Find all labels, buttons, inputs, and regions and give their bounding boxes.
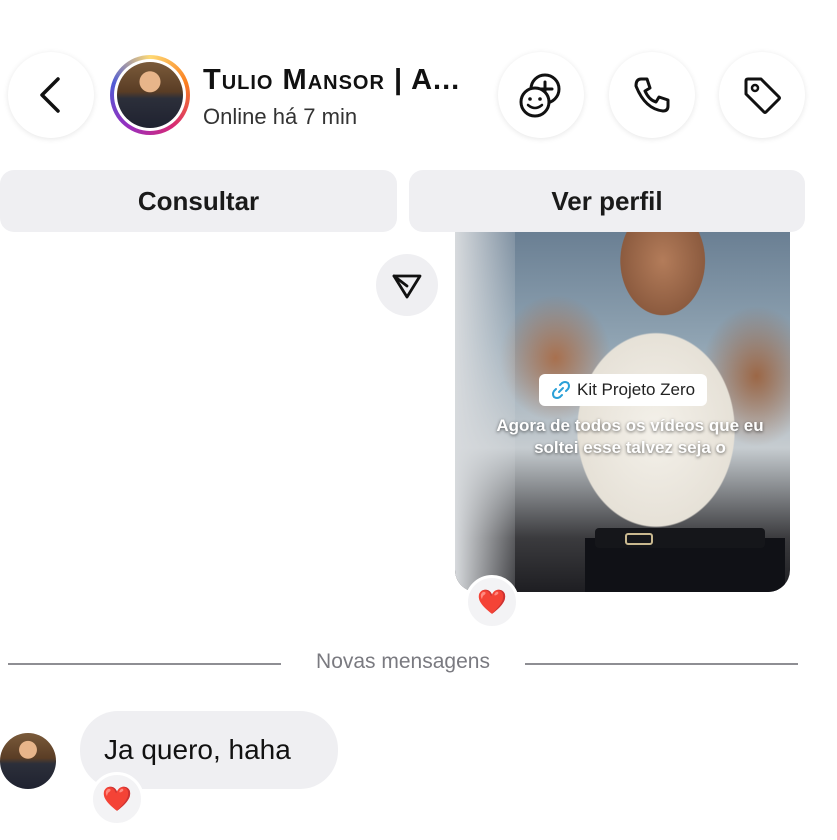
call-button[interactable]: [609, 52, 695, 138]
contact-avatar[interactable]: [110, 55, 190, 135]
reel-image-detail: [595, 528, 765, 548]
reel-image: [455, 232, 515, 592]
chat-header: Tulio Mansor | A... Online há 7 min: [0, 0, 837, 168]
link-icon: [551, 380, 571, 400]
tag-button[interactable]: [719, 52, 805, 138]
send-icon: [390, 268, 424, 302]
online-status: Online há 7 min: [203, 104, 358, 129]
message-reaction[interactable]: ❤️: [90, 772, 144, 826]
message-text: Ja quero, haha: [104, 734, 291, 765]
add-to-group-icon: [515, 69, 567, 121]
heart-icon: ❤️: [477, 588, 507, 616]
divider-line: [8, 663, 281, 665]
view-profile-button[interactable]: Ver perfil: [409, 170, 805, 232]
reel-link-chip[interactable]: Kit Projeto Zero: [539, 374, 708, 406]
chevron-left-icon: [36, 75, 66, 115]
add-to-group-button[interactable]: [498, 52, 584, 138]
reel-image-detail: [625, 533, 653, 545]
share-button[interactable]: [376, 254, 438, 316]
divider-line: [525, 663, 798, 665]
new-messages-divider: Novas mensagens: [316, 650, 490, 673]
avatar-photo: [117, 62, 183, 128]
consult-button[interactable]: Consultar: [0, 170, 397, 232]
sender-avatar[interactable]: [0, 733, 56, 789]
reel-link-label: Kit Projeto Zero: [577, 380, 696, 399]
tag-icon: [740, 73, 784, 117]
heart-icon: ❤️: [102, 785, 132, 813]
reel-caption: Agora de todos os vídeos que eu soltei e…: [496, 416, 764, 457]
contact-name[interactable]: Tulio Mansor | A...: [203, 64, 503, 97]
phone-icon: [630, 73, 674, 117]
reel-reaction[interactable]: ❤️: [465, 575, 519, 629]
shared-reel-card[interactable]: Kit Projeto Zero Agora de todos os vídeo…: [455, 232, 790, 592]
back-button[interactable]: [8, 52, 94, 138]
